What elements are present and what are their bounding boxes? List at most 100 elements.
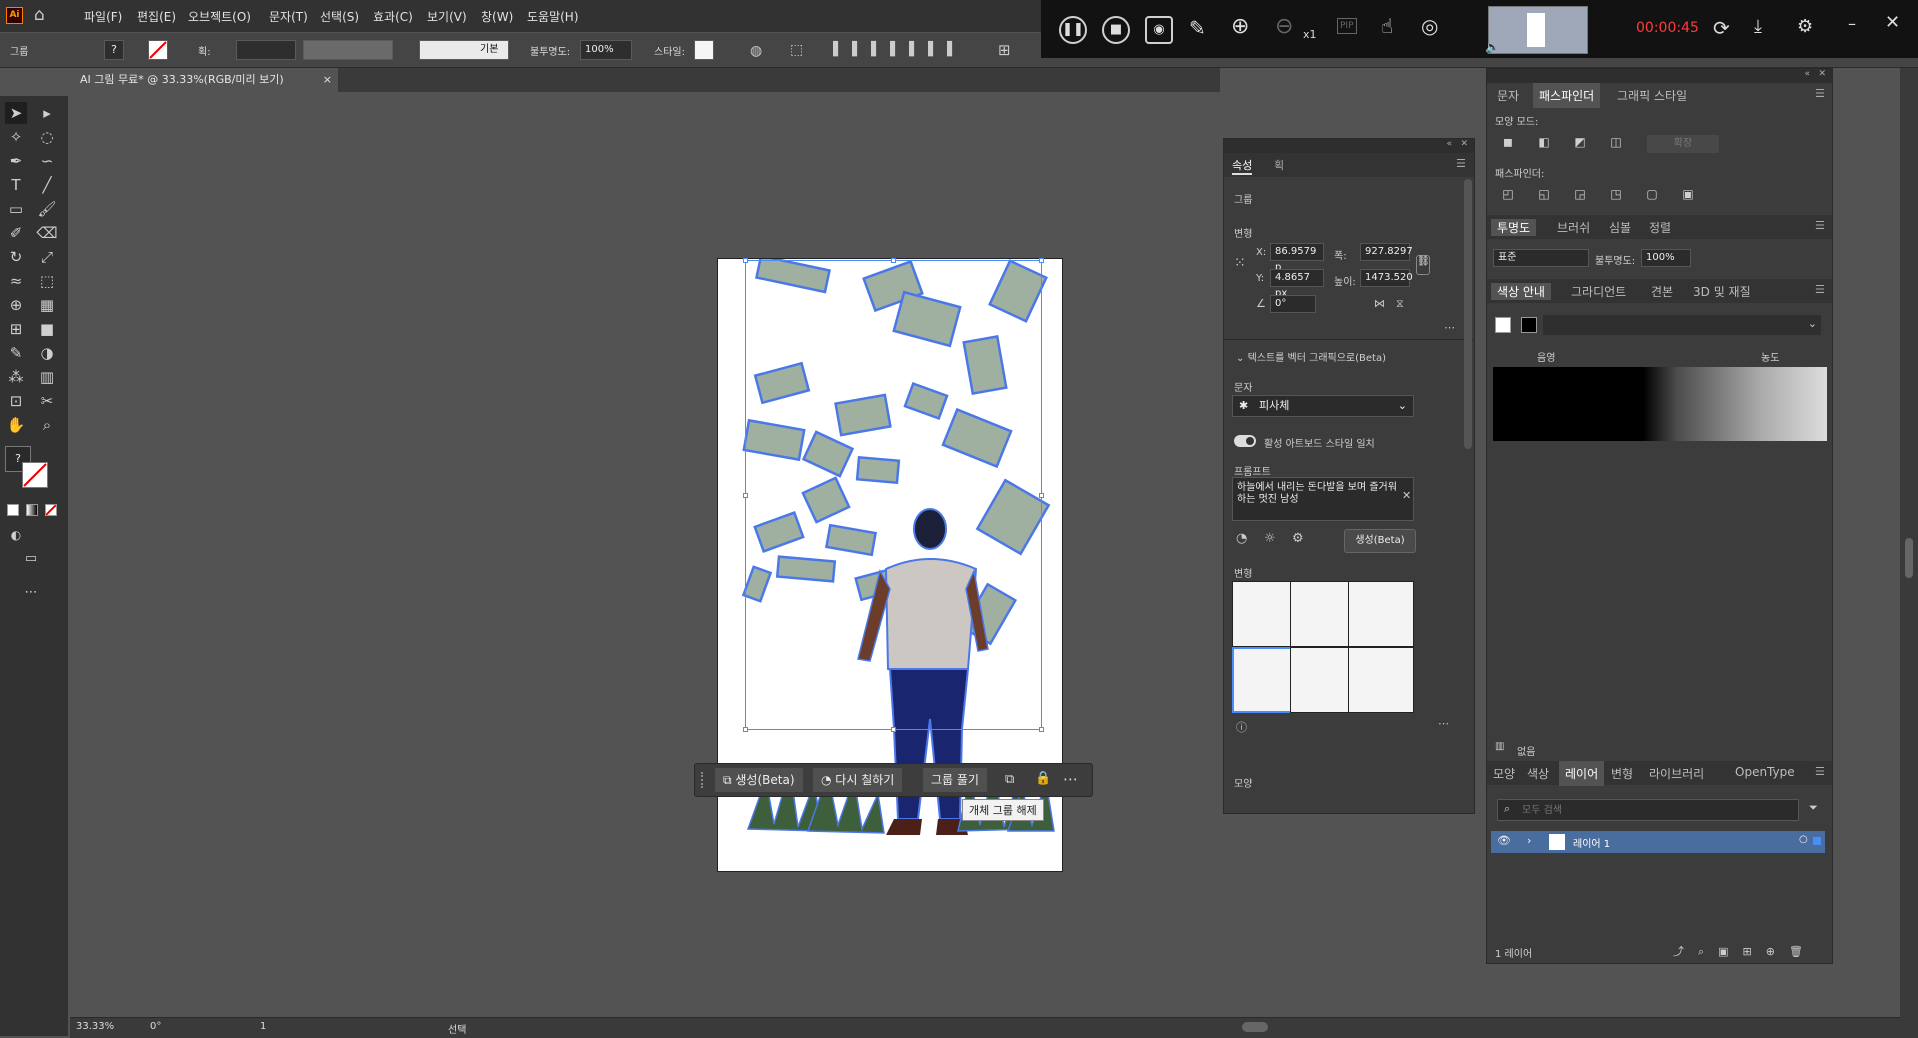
info-icon[interactable]: ⓘ	[1236, 719, 1247, 735]
panel-scrollbar[interactable]	[1464, 179, 1472, 449]
stop-icon[interactable]: ■	[1102, 16, 1130, 44]
brush-tool-icon[interactable]: 🖌	[36, 198, 58, 220]
tab-properties[interactable]: 속성	[1232, 157, 1253, 175]
tab-color[interactable]: 색상	[1527, 765, 1549, 782]
color-mode-icon[interactable]	[7, 504, 19, 516]
rectangle-tool-icon[interactable]: ▭	[5, 198, 27, 220]
resize-handle[interactable]	[743, 727, 748, 732]
free-transform-icon[interactable]: ⬚	[36, 270, 58, 292]
menu-object[interactable]: 오브젝트(O)	[188, 8, 251, 25]
outline-icon[interactable]: ▢	[1643, 187, 1661, 203]
tab-character[interactable]: 문자	[1497, 87, 1519, 104]
screen-mode-icon[interactable]: ▭	[20, 548, 42, 570]
prompt-textarea[interactable]: 하늘에서 내리는 돈다발을 보며 즐거워하는 멋진 남성	[1232, 477, 1414, 521]
base-color-swatch[interactable]	[1495, 317, 1511, 333]
variation-thumbnail[interactable]	[1290, 581, 1356, 647]
transform-icon[interactable]: ⬚	[790, 42, 803, 58]
divide-icon[interactable]: ◰	[1499, 187, 1517, 203]
draw-mode-icon[interactable]: ◐	[5, 524, 27, 546]
horizontal-scroll-thumb[interactable]	[1242, 1022, 1268, 1032]
minus-back-icon[interactable]: ▣	[1679, 187, 1697, 203]
angle-input[interactable]: 0°	[1270, 295, 1316, 313]
vertical-scrollbar[interactable]	[1900, 68, 1918, 1038]
target-icon[interactable]: ○	[1799, 834, 1808, 845]
menu-edit[interactable]: 편집(E)	[137, 8, 176, 25]
more-tools-icon[interactable]: ⋯	[20, 582, 42, 604]
rotation-select[interactable]: 0°	[150, 1021, 161, 1032]
pen-tool-icon[interactable]: ✒	[5, 150, 27, 172]
effect-icon[interactable]: ☝	[1381, 14, 1393, 38]
selection-indicator[interactable]	[1813, 837, 1821, 845]
magic-wand-icon[interactable]: ✧	[5, 126, 27, 148]
lightbulb-icon[interactable]: ☼	[1264, 531, 1276, 546]
tab-transform[interactable]: 변형	[1611, 765, 1633, 782]
tab-stroke[interactable]: 획	[1274, 157, 1284, 173]
tab-layers[interactable]: 레이어	[1559, 761, 1605, 786]
symbol-sprayer-icon[interactable]: ⁂	[5, 366, 27, 388]
stroke-swatch[interactable]	[148, 40, 168, 60]
style-picker-icon[interactable]: ◔	[1236, 531, 1247, 546]
resize-handle[interactable]	[743, 258, 748, 263]
tab-appearance[interactable]: 모양	[1493, 765, 1515, 782]
menu-select[interactable]: 선택(S)	[320, 8, 359, 25]
menu-type[interactable]: 문자(T)	[269, 8, 308, 25]
lasso-icon[interactable]: ◌	[36, 126, 58, 148]
tab-gradient[interactable]: 그라디언트	[1571, 283, 1626, 300]
stroke-weight-input[interactable]	[236, 40, 296, 60]
base-color-swatch[interactable]	[1521, 317, 1537, 333]
globe-icon[interactable]: ◍	[750, 43, 762, 59]
harmony-rules-select[interactable]: ⌄	[1543, 315, 1821, 335]
panel-menu-icon[interactable]: ☰	[1815, 765, 1825, 778]
fill-swatch[interactable]: ?	[104, 40, 124, 60]
minus-front-icon[interactable]: ◧	[1535, 135, 1553, 151]
shape-builder-icon[interactable]: ⊕	[5, 294, 27, 316]
variation-thumbnail[interactable]	[1348, 647, 1414, 713]
zoom-out-icon[interactable]: ⊖	[1275, 14, 1293, 39]
more-variations-icon[interactable]: ⋯	[1438, 717, 1449, 730]
panel-menu-icon[interactable]: ☰	[1815, 283, 1825, 296]
intersect-icon[interactable]: ◩	[1571, 135, 1589, 151]
pause-icon[interactable]: ❚❚	[1059, 16, 1087, 44]
duplicate-icon[interactable]: ⧉	[1005, 772, 1014, 787]
home-icon[interactable]: ⌂	[34, 6, 52, 24]
curvature-tool-icon[interactable]: ∽	[36, 150, 58, 172]
more-transform-icon[interactable]: ⋯	[1444, 321, 1455, 334]
swatch-libraries-icon[interactable]: ▥	[1495, 741, 1504, 752]
settings-gear-icon[interactable]: ⚙	[1292, 531, 1304, 546]
resize-handle[interactable]	[1039, 493, 1044, 498]
zoom-in-icon[interactable]: ⊕	[1231, 14, 1249, 39]
brush-select[interactable]: 기본	[419, 40, 509, 60]
flip-horizontal-icon[interactable]: ⋈	[1374, 297, 1385, 310]
refresh-icon[interactable]: ⟳	[1713, 16, 1730, 40]
layer-row[interactable]: 👁 › 레이어 1 ○	[1491, 831, 1825, 853]
selection-bounding-box[interactable]	[743, 258, 1044, 732]
scroll-thumb[interactable]	[1905, 538, 1913, 578]
stroke-color-box[interactable]	[22, 462, 48, 488]
menu-help[interactable]: 도움말(H)	[527, 8, 579, 25]
tab-pathfinder[interactable]: 패스파인더	[1533, 83, 1601, 108]
scale-tool-icon[interactable]: ⤢	[36, 246, 58, 268]
subject-select[interactable]: ✱ 피사체 ⌄	[1232, 395, 1414, 417]
eyedropper-icon[interactable]: ✎	[5, 342, 27, 364]
close-panel-icon[interactable]: ✕	[1818, 69, 1826, 79]
mesh-tool-icon[interactable]: ⊞	[5, 318, 27, 340]
crop-icon[interactable]: ◳	[1607, 187, 1625, 203]
exclude-icon[interactable]: ◫	[1607, 135, 1625, 151]
close-panel-icon[interactable]: ✕	[1460, 139, 1468, 149]
blend-tool-icon[interactable]: ◑	[36, 342, 58, 364]
blend-mode-select[interactable]: 표준	[1493, 249, 1589, 267]
graph-tool-icon[interactable]: ▥	[36, 366, 58, 388]
artboard-tool-icon[interactable]: ⊡	[5, 390, 27, 412]
reference-point-icon[interactable]: ⁙	[1234, 255, 1246, 271]
variable-width-select[interactable]	[303, 40, 393, 60]
artboard-number[interactable]: 1	[260, 1021, 266, 1032]
distribute-icon[interactable]: ⊞	[998, 41, 1011, 59]
visibility-eye-icon[interactable]: 👁	[1497, 834, 1511, 847]
menu-file[interactable]: 파일(F)	[84, 8, 122, 25]
selection-tool-icon[interactable]: ➤	[5, 102, 27, 124]
zoom-level-select[interactable]: 33.33%	[76, 1021, 114, 1032]
panel-menu-icon[interactable]: ☰	[1456, 157, 1466, 170]
clear-prompt-icon[interactable]: ✕	[1402, 489, 1411, 502]
menu-window[interactable]: 창(W)	[481, 8, 513, 25]
lock-icon[interactable]: 🔒	[1035, 771, 1051, 786]
